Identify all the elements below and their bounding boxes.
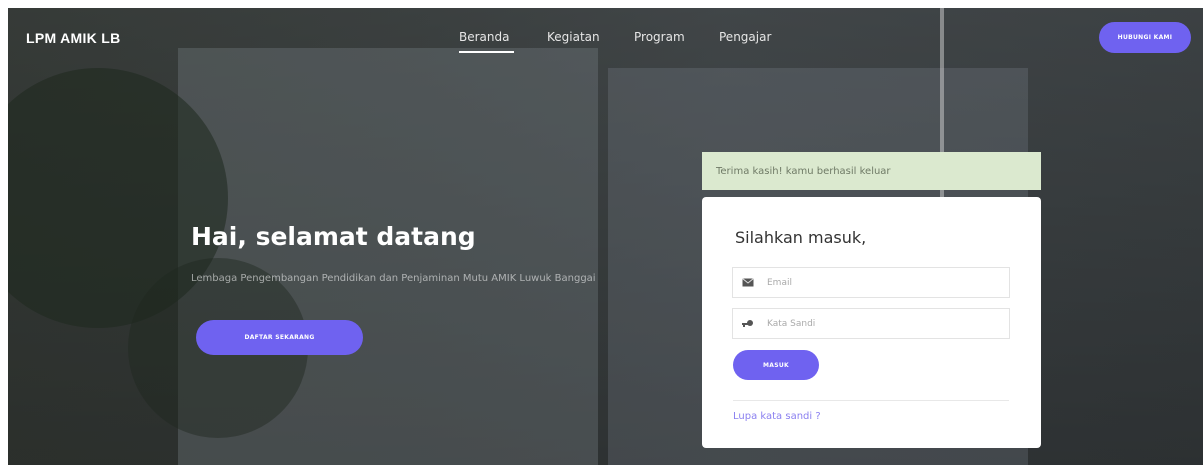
hero-section: LPM AMIK LB Beranda Kegiatan Program Pen… <box>8 8 1203 465</box>
login-title: Silahkan masuk, <box>735 228 867 247</box>
email-field <box>732 267 1010 298</box>
register-button[interactable]: DAFTAR SEKARANG <box>196 320 363 355</box>
hero-title: Hai, selamat datang <box>191 222 476 251</box>
brand-logo[interactable]: LPM AMIK LB <box>26 30 121 46</box>
divider <box>733 400 1009 401</box>
email-input[interactable] <box>767 268 1005 297</box>
alert-message: Terima kasih! kamu berhasil keluar <box>716 165 891 177</box>
nav-item-program[interactable]: Program <box>634 30 685 44</box>
login-button[interactable]: MASUK <box>733 350 819 380</box>
password-field <box>732 308 1010 339</box>
key-icon <box>733 309 763 338</box>
envelope-icon <box>733 268 763 297</box>
contact-button[interactable]: HUBUNGI KAMI <box>1099 22 1191 53</box>
password-input[interactable] <box>767 309 1005 338</box>
nav-item-pengajar[interactable]: Pengajar <box>719 30 771 44</box>
nav-item-beranda[interactable]: Beranda <box>459 30 509 44</box>
logout-success-alert: Terima kasih! kamu berhasil keluar <box>702 152 1041 190</box>
nav-active-indicator <box>459 51 514 53</box>
hero-subtitle: Lembaga Pengembangan Pendidikan dan Penj… <box>191 273 596 284</box>
login-card: Silahkan masuk, MASUK Lupa kata sandi ? <box>702 197 1041 448</box>
forgot-password-link[interactable]: Lupa kata sandi ? <box>733 411 821 422</box>
nav-item-kegiatan[interactable]: Kegiatan <box>547 30 600 44</box>
